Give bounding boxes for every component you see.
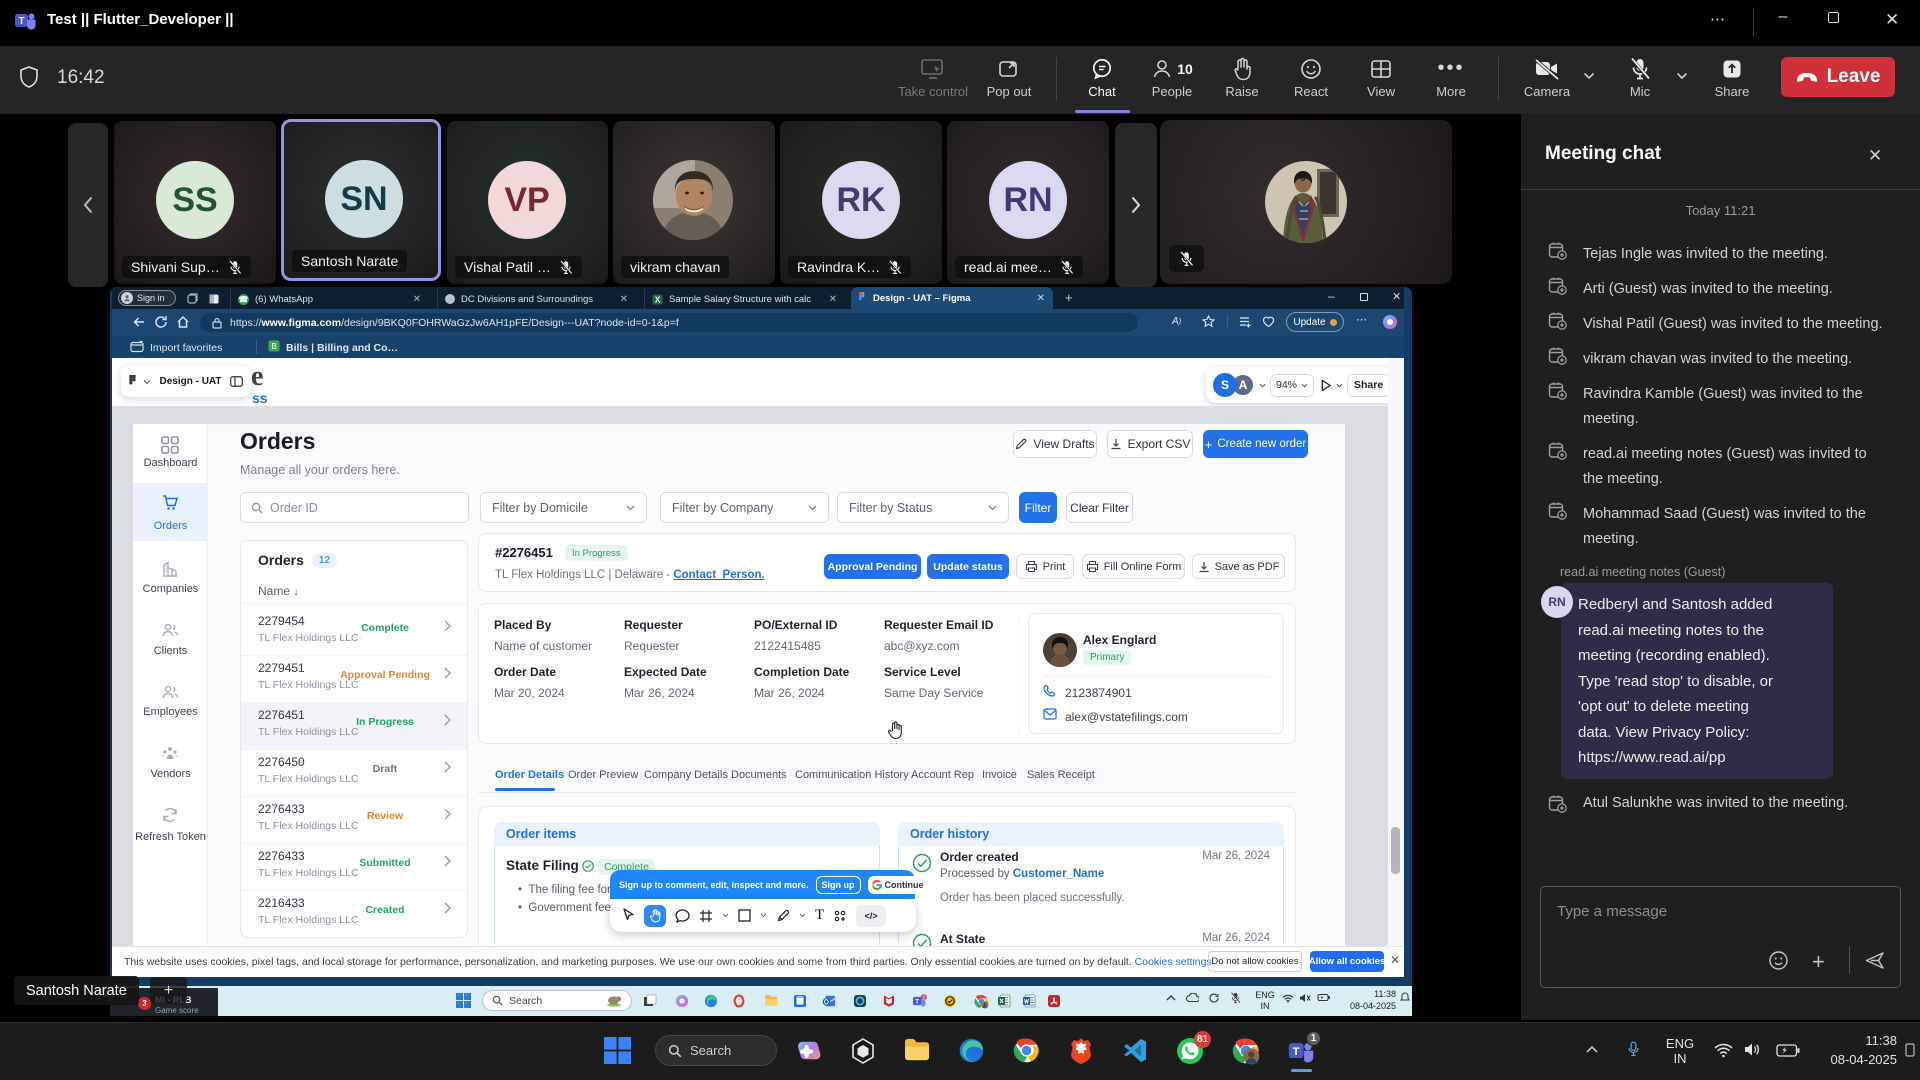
svg-text:T: T [18,16,24,27]
svg-text:X: X [655,295,661,304]
svg-text:T: T [1293,1046,1300,1058]
svg-text:2: 2 [922,995,925,1001]
svg-text:T: T [915,998,919,1005]
svg-text:B: B [271,342,276,351]
